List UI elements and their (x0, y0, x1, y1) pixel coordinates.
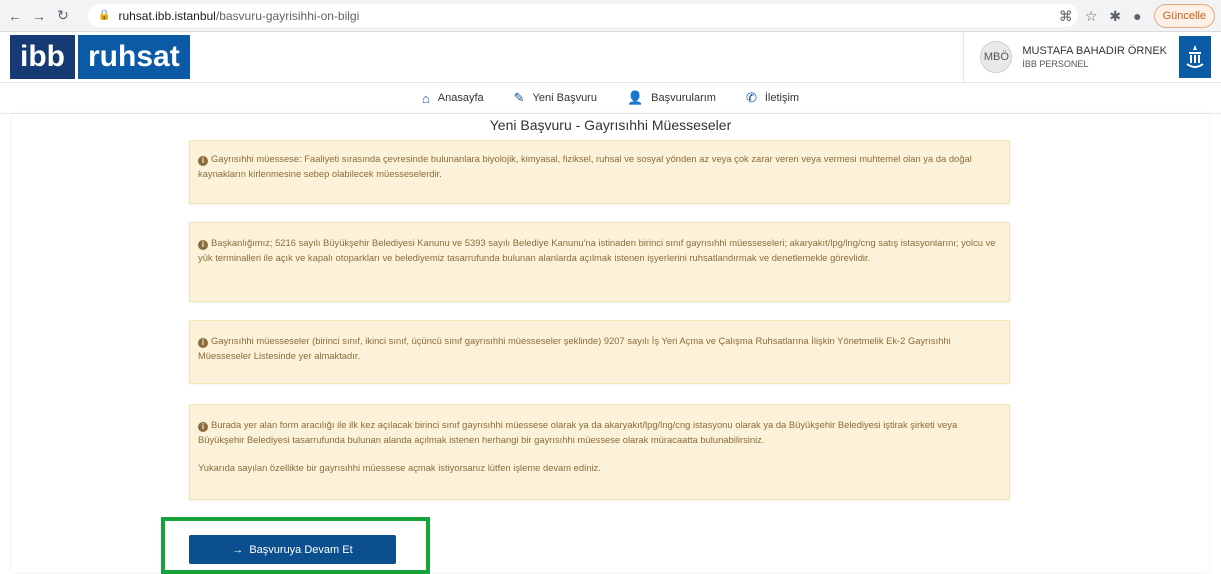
translate-icon[interactable]: ⌘ (1059, 8, 1073, 25)
user-role: İBB PERSONEL (1022, 59, 1089, 69)
browser-toolbar: ← → ↻ 🔒 ruhsat.ibb.istanbul/basvuru-gayr… (0, 0, 1221, 32)
bookmark-star-icon[interactable]: ☆ (1085, 8, 1098, 25)
edit-icon: ✎ (513, 90, 525, 105)
continue-label: Başvuruya Devam Et (249, 543, 353, 556)
nav-label: İletişim (764, 92, 800, 104)
alert-followup: Yukarıda sayılan özellikte bir gayrısıhh… (198, 462, 601, 473)
address-bar[interactable]: 🔒 ruhsat.ibb.istanbul/basvuru-gayrisihhi… (88, 4, 1078, 27)
profile-icon[interactable]: ● (1133, 8, 1141, 24)
info-icon: i (198, 422, 208, 432)
lock-icon: 🔒 (98, 10, 111, 21)
info-alert: i Burada yer alan form aracılığı ile ilk … (189, 404, 1010, 500)
logo-ibb: ibb (10, 35, 75, 79)
nav-item-new-application[interactable]: ✎ Yeni Başvuru (514, 90, 597, 106)
continue-application-button[interactable]: → Başvuruya Devam Et (189, 535, 396, 564)
nav-label: Başvurularım (651, 92, 716, 104)
back-icon[interactable]: ← (6, 8, 24, 24)
user-name: MUSTAFA BAHADIR ÖRNEK (1022, 45, 1167, 57)
user-menu[interactable]: MBÖ MUSTAFA BAHADIR ÖRNEK İBB PERSONEL (963, 32, 1167, 82)
phone-icon: ✆ (745, 90, 757, 105)
site-header: ibb ruhsat MBÖ MUSTAFA BAHADIR ÖRNEK İBB… (0, 32, 1221, 83)
info-alert: i Başkanlığımız; 5216 sayılı Büyükşehir B… (189, 222, 1010, 302)
info-alert: i Gayrısıhhi müessese: Faaliyeti sırasınd… (189, 140, 1010, 204)
url-host: ruhsat.ibb.istanbul (118, 8, 216, 23)
nav-item-contact[interactable]: ✆ İletişim (746, 90, 799, 106)
info-icon: i (198, 240, 208, 250)
ibb-emblem-icon (1179, 36, 1211, 78)
reload-icon[interactable]: ↻ (54, 7, 72, 24)
user-icon: 👤 (626, 90, 644, 105)
nav-label: Anasayfa (437, 92, 484, 104)
logo-ruhsat: ruhsat (78, 35, 190, 79)
arrow-right-icon: → (232, 543, 244, 556)
nav-item-my-applications[interactable]: 👤 Başvurularım (627, 90, 716, 106)
info-icon: i (198, 156, 208, 166)
page-title: Yeni Başvuru - Gayrısıhhi Müesseseler (489, 117, 732, 133)
home-icon: ⌂ (421, 90, 430, 106)
main-nav: ⌂ Anasayfa ✎ Yeni Başvuru 👤 Başvurularım… (0, 83, 1221, 114)
avatar: MBÖ (980, 41, 1013, 73)
nav-label: Yeni Başvuru (532, 92, 597, 104)
ibb-ruhsat-logo[interactable]: ibb ruhsat (10, 35, 190, 79)
forward-icon[interactable]: → (30, 8, 48, 24)
extensions-icon[interactable]: ✱ (1109, 8, 1121, 25)
nav-item-home[interactable]: ⌂ Anasayfa (422, 91, 484, 106)
info-alert: i Gayrısıhhi müesseseler (birinci sınıf, … (189, 320, 1010, 384)
url-path: /basvuru-gayrisihhi-on-bilgi (215, 8, 360, 23)
info-icon: i (198, 338, 208, 348)
update-button[interactable]: Güncelle (1153, 4, 1215, 28)
